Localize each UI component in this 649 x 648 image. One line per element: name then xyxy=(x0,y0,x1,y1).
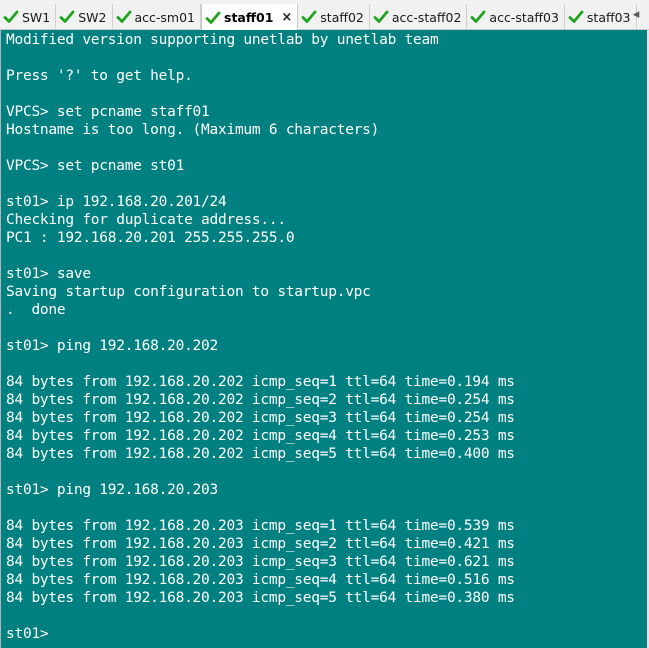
tab-label: staff02 xyxy=(320,9,364,25)
tab-label: staff03 xyxy=(586,9,631,25)
check-icon xyxy=(301,10,317,23)
terminal-line: 84 bytes from 192.168.20.203 icmp_seq=2 … xyxy=(6,536,515,552)
terminal-line: 84 bytes from 192.168.20.202 icmp_seq=3 … xyxy=(6,410,515,426)
tab-label: SW2 xyxy=(78,9,107,25)
tab-acc-staff02[interactable]: acc-staff02 xyxy=(370,4,468,30)
close-tab-icon[interactable]: × xyxy=(281,10,292,25)
terminal-line: st01> ping 192.168.20.203 xyxy=(6,482,218,498)
terminal-line: Modified version supporting unetlab by u… xyxy=(6,32,439,48)
check-icon xyxy=(373,10,389,23)
tab-staff01[interactable]: staff01 × xyxy=(201,4,299,31)
check-icon xyxy=(116,10,131,23)
session-tab-bar: SW1 SW2 acc-sm01 staff01 × staff02 acc-s… xyxy=(0,0,649,31)
terminal-line: VPCS> set pcname st01 xyxy=(6,158,185,174)
terminal-output[interactable]: Modified version supporting unetlab by u… xyxy=(0,30,647,648)
terminal-line: . done xyxy=(6,302,66,318)
tab-acc-sm01[interactable]: acc-sm01 xyxy=(113,4,202,30)
tab-staff02[interactable]: staff02 xyxy=(298,4,370,30)
terminal-line: st01> save xyxy=(6,266,91,282)
tab-label: acc-staff03 xyxy=(489,9,559,25)
terminal-line: 84 bytes from 192.168.20.202 icmp_seq=1 … xyxy=(6,374,515,390)
terminal-line: Saving startup configuration to startup.… xyxy=(6,284,371,300)
tab-label: acc-sm01 xyxy=(134,9,196,25)
tab-label: acc-staff02 xyxy=(391,9,462,25)
terminal-line: st01> ping 192.168.20.202 xyxy=(6,338,218,354)
tab-scroll-left-icon[interactable]: ◂ xyxy=(629,6,643,24)
terminal-line: PC1 : 192.168.20.201 255.255.255.0 xyxy=(6,230,295,246)
terminal-prompt: st01> xyxy=(6,626,57,642)
check-icon xyxy=(568,10,584,23)
tab-label: SW1 xyxy=(22,9,51,25)
text-cursor xyxy=(57,625,65,640)
check-icon xyxy=(3,10,19,23)
terminal-line: 84 bytes from 192.168.20.203 icmp_seq=5 … xyxy=(6,590,515,606)
terminal-line: 84 bytes from 192.168.20.202 icmp_seq=2 … xyxy=(6,392,515,408)
tab-sw2[interactable]: SW2 xyxy=(56,4,113,30)
check-icon xyxy=(205,11,221,24)
terminal-line: Hostname is too long. (Maximum 6 charact… xyxy=(6,122,380,138)
terminal-prompt-line[interactable]: st01> xyxy=(6,625,647,643)
terminal-line: 84 bytes from 192.168.20.203 icmp_seq=1 … xyxy=(6,518,515,534)
tab-label: staff01 xyxy=(224,10,274,25)
terminal-line: 84 bytes from 192.168.20.202 icmp_seq=5 … xyxy=(6,446,515,462)
tab-staff03[interactable]: staff03 xyxy=(565,4,637,30)
tab-acc-staff03[interactable]: acc-staff03 xyxy=(467,4,565,30)
check-icon xyxy=(59,10,75,23)
check-icon xyxy=(471,10,486,23)
terminal-line: st01> ip 192.168.20.201/24 xyxy=(6,194,227,210)
terminal-line: 84 bytes from 192.168.20.203 icmp_seq=4 … xyxy=(6,572,515,588)
terminal-line: 84 bytes from 192.168.20.202 icmp_seq=4 … xyxy=(6,428,515,444)
terminal-line: 84 bytes from 192.168.20.203 icmp_seq=3 … xyxy=(6,554,515,570)
terminal-app-window: SW1 SW2 acc-sm01 staff01 × staff02 acc-s… xyxy=(0,0,649,648)
terminal-line: VPCS> set pcname staff01 xyxy=(6,104,210,120)
tab-sw1[interactable]: SW1 xyxy=(0,4,57,30)
terminal-line: Press '?' to get help. xyxy=(6,68,193,84)
terminal-line: Checking for duplicate address... xyxy=(6,212,286,228)
